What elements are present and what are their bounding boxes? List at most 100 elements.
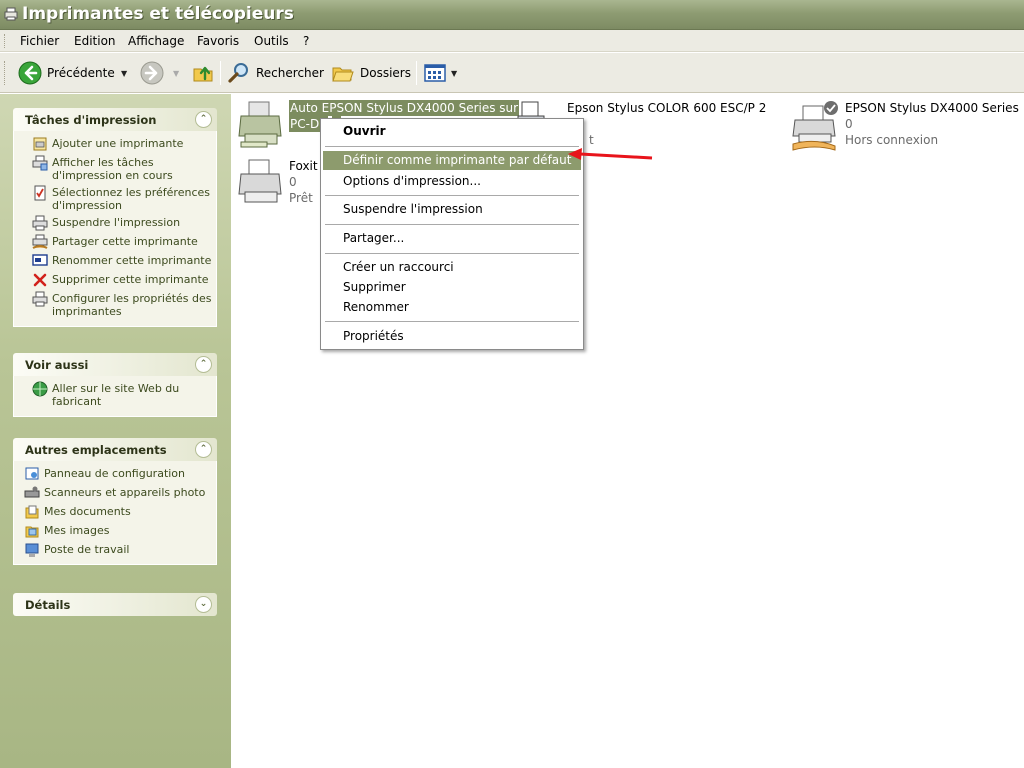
- place-control-panel[interactable]: Panneau de configuration: [24, 467, 212, 482]
- toolbar-separator: [220, 61, 221, 85]
- printer-name: Auto EPSON Stylus DX4000 Series sur: [289, 100, 520, 116]
- task-properties[interactable]: Configurer les propriétés des imprimante…: [32, 291, 212, 318]
- task-rename[interactable]: Renommer cette imprimante: [32, 254, 212, 269]
- see-also-body: Aller sur le site Web du fabricant: [13, 376, 217, 417]
- ctx-rename[interactable]: Renommer: [323, 298, 581, 317]
- menu-help[interactable]: ?: [299, 33, 313, 49]
- menu-outils[interactable]: Outils: [250, 33, 293, 49]
- delete-x-icon: [33, 273, 47, 287]
- place-label: Poste de travail: [44, 543, 130, 556]
- task-add-printer[interactable]: Ajouter une imprimante: [32, 137, 212, 152]
- forward-button[interactable]: [140, 58, 164, 88]
- views-icon: [424, 64, 446, 82]
- back-arrow-icon: [18, 61, 42, 85]
- offline-printer-icon: [792, 101, 838, 151]
- printer-jobs-count: 0: [845, 117, 853, 131]
- magnifier-icon: [228, 63, 248, 83]
- task-preferences[interactable]: Sélectionnez les préférences d'impressio…: [32, 185, 212, 212]
- back-dropdown-icon[interactable]: ▼: [121, 69, 127, 78]
- ctx-delete[interactable]: Supprimer: [323, 278, 581, 297]
- details-header[interactable]: Détails ⌄: [13, 593, 217, 616]
- title-bar: Imprimantes et télécopieurs: [0, 0, 1024, 30]
- task-label: Afficher les tâches d'impression en cour…: [52, 156, 173, 182]
- task-label: Configurer les propriétés des imprimante…: [52, 292, 212, 318]
- link-manufacturer-website[interactable]: Aller sur le site Web du fabricant: [32, 381, 212, 408]
- task-label: Sélectionnez les préférences d'impressio…: [52, 186, 210, 212]
- rename-icon: [32, 254, 48, 266]
- print-queue-icon: [32, 155, 48, 171]
- task-pause[interactable]: Suspendre l'impression: [32, 215, 212, 231]
- printer-item-foxit[interactable]: Foxit 0 Prêt: [237, 158, 327, 210]
- menu-bar: Fichier Edition Affichage Favoris Outils…: [0, 30, 1024, 52]
- place-my-documents[interactable]: Mes documents: [24, 505, 212, 520]
- place-my-pictures[interactable]: Mes images: [24, 524, 212, 539]
- my-computer-icon: [25, 543, 39, 557]
- collapse-chevron-icon[interactable]: ⌃: [195, 111, 212, 128]
- expand-chevron-icon[interactable]: ⌄: [195, 596, 212, 613]
- forward-arrow-icon: [140, 61, 164, 85]
- toolbar-grip: [4, 61, 7, 85]
- collapse-chevron-icon[interactable]: ⌃: [195, 356, 212, 373]
- place-label: Mes images: [44, 524, 110, 537]
- printer-properties-icon: [32, 291, 48, 307]
- place-label: Panneau de configuration: [44, 467, 186, 480]
- print-tasks-body: Ajouter une imprimante Afficher les tâch…: [13, 131, 217, 327]
- forward-dropdown-icon[interactable]: ▼: [173, 69, 179, 78]
- menu-edition[interactable]: Edition: [70, 33, 120, 49]
- ctx-open[interactable]: Ouvrir: [323, 122, 581, 141]
- folders-icon: [332, 67, 354, 82]
- print-tasks-header[interactable]: Tâches d'impression ⌃: [13, 108, 217, 131]
- place-label: Scanneurs et appareils photo: [44, 486, 206, 499]
- toolbar-separator: [416, 61, 417, 85]
- back-button[interactable]: Précédente: [18, 58, 115, 88]
- printer-name: Epson Stylus COLOR 600 ESC/P 2: [567, 101, 767, 115]
- back-button-label: Précédente: [47, 66, 115, 80]
- task-share[interactable]: Partager cette imprimante: [32, 234, 212, 250]
- ctx-properties[interactable]: Propriétés: [323, 327, 581, 346]
- folders-button[interactable]: Dossiers: [331, 58, 411, 88]
- my-pictures-icon: [25, 526, 39, 538]
- search-button[interactable]: Rechercher: [227, 58, 324, 88]
- task-label: Suspendre l'impression: [52, 216, 181, 229]
- folder-up-icon: [193, 66, 213, 82]
- preferences-icon: [34, 185, 46, 201]
- printer-name: EPSON Stylus DX4000 Series: [845, 101, 1019, 115]
- ctx-pause-printing[interactable]: Suspendre l'impression: [323, 200, 581, 219]
- ctx-share[interactable]: Partager...: [323, 229, 581, 248]
- place-scanners[interactable]: Scanneurs et appareils photo: [24, 486, 212, 501]
- print-tasks-title: Tâches d'impression: [25, 113, 157, 127]
- search-button-label: Rechercher: [256, 66, 324, 80]
- see-also-title: Voir aussi: [25, 358, 89, 372]
- other-places-header[interactable]: Autres emplacements ⌃: [13, 438, 217, 461]
- printer-status: Hors connexion: [845, 133, 939, 147]
- collapse-chevron-icon[interactable]: ⌃: [195, 441, 212, 458]
- printer-name: Foxit: [289, 159, 318, 173]
- folders-button-label: Dossiers: [360, 66, 411, 80]
- window-title: Imprimantes et télécopieurs: [22, 4, 294, 24]
- task-delete[interactable]: Supprimer cette imprimante: [32, 273, 212, 288]
- task-label: Ajouter une imprimante: [52, 137, 184, 150]
- other-places-title: Autres emplacements: [25, 443, 167, 457]
- ctx-set-default[interactable]: Définir comme imprimante par défaut: [323, 151, 581, 170]
- menu-favoris[interactable]: Favoris: [193, 33, 243, 49]
- views-dropdown-icon: ▼: [451, 68, 458, 78]
- see-also-header[interactable]: Voir aussi ⌃: [13, 353, 217, 376]
- add-printer-icon: [33, 137, 47, 151]
- printer-icon: [238, 101, 282, 148]
- printer-item-epson-dx4000[interactable]: EPSON Stylus DX4000 Series 0 Hors connex…: [791, 100, 1021, 152]
- task-label: Renommer cette imprimante: [52, 254, 212, 267]
- print-tasks-panel: Tâches d'impression ⌃ Ajouter une imprim…: [13, 108, 217, 327]
- ctx-create-shortcut[interactable]: Créer un raccourci: [323, 258, 581, 277]
- ctx-print-options[interactable]: Options d'impression...: [323, 172, 581, 191]
- printer-status: Prêt: [289, 191, 313, 205]
- task-pane: Tâches d'impression ⌃ Ajouter une imprim…: [0, 94, 231, 768]
- menu-affichage[interactable]: Affichage: [124, 33, 188, 49]
- context-menu: Ouvrir Définir comme imprimante par défa…: [320, 118, 584, 350]
- task-view-jobs[interactable]: Afficher les tâches d'impression en cour…: [32, 155, 212, 182]
- menu-fichier[interactable]: Fichier: [16, 33, 63, 49]
- up-folder-button[interactable]: [191, 58, 215, 88]
- views-button[interactable]: ▼: [424, 58, 457, 88]
- menu-separator: [325, 321, 579, 322]
- place-my-computer[interactable]: Poste de travail: [24, 543, 212, 558]
- link-label: Aller sur le site Web du fabricant: [52, 382, 180, 408]
